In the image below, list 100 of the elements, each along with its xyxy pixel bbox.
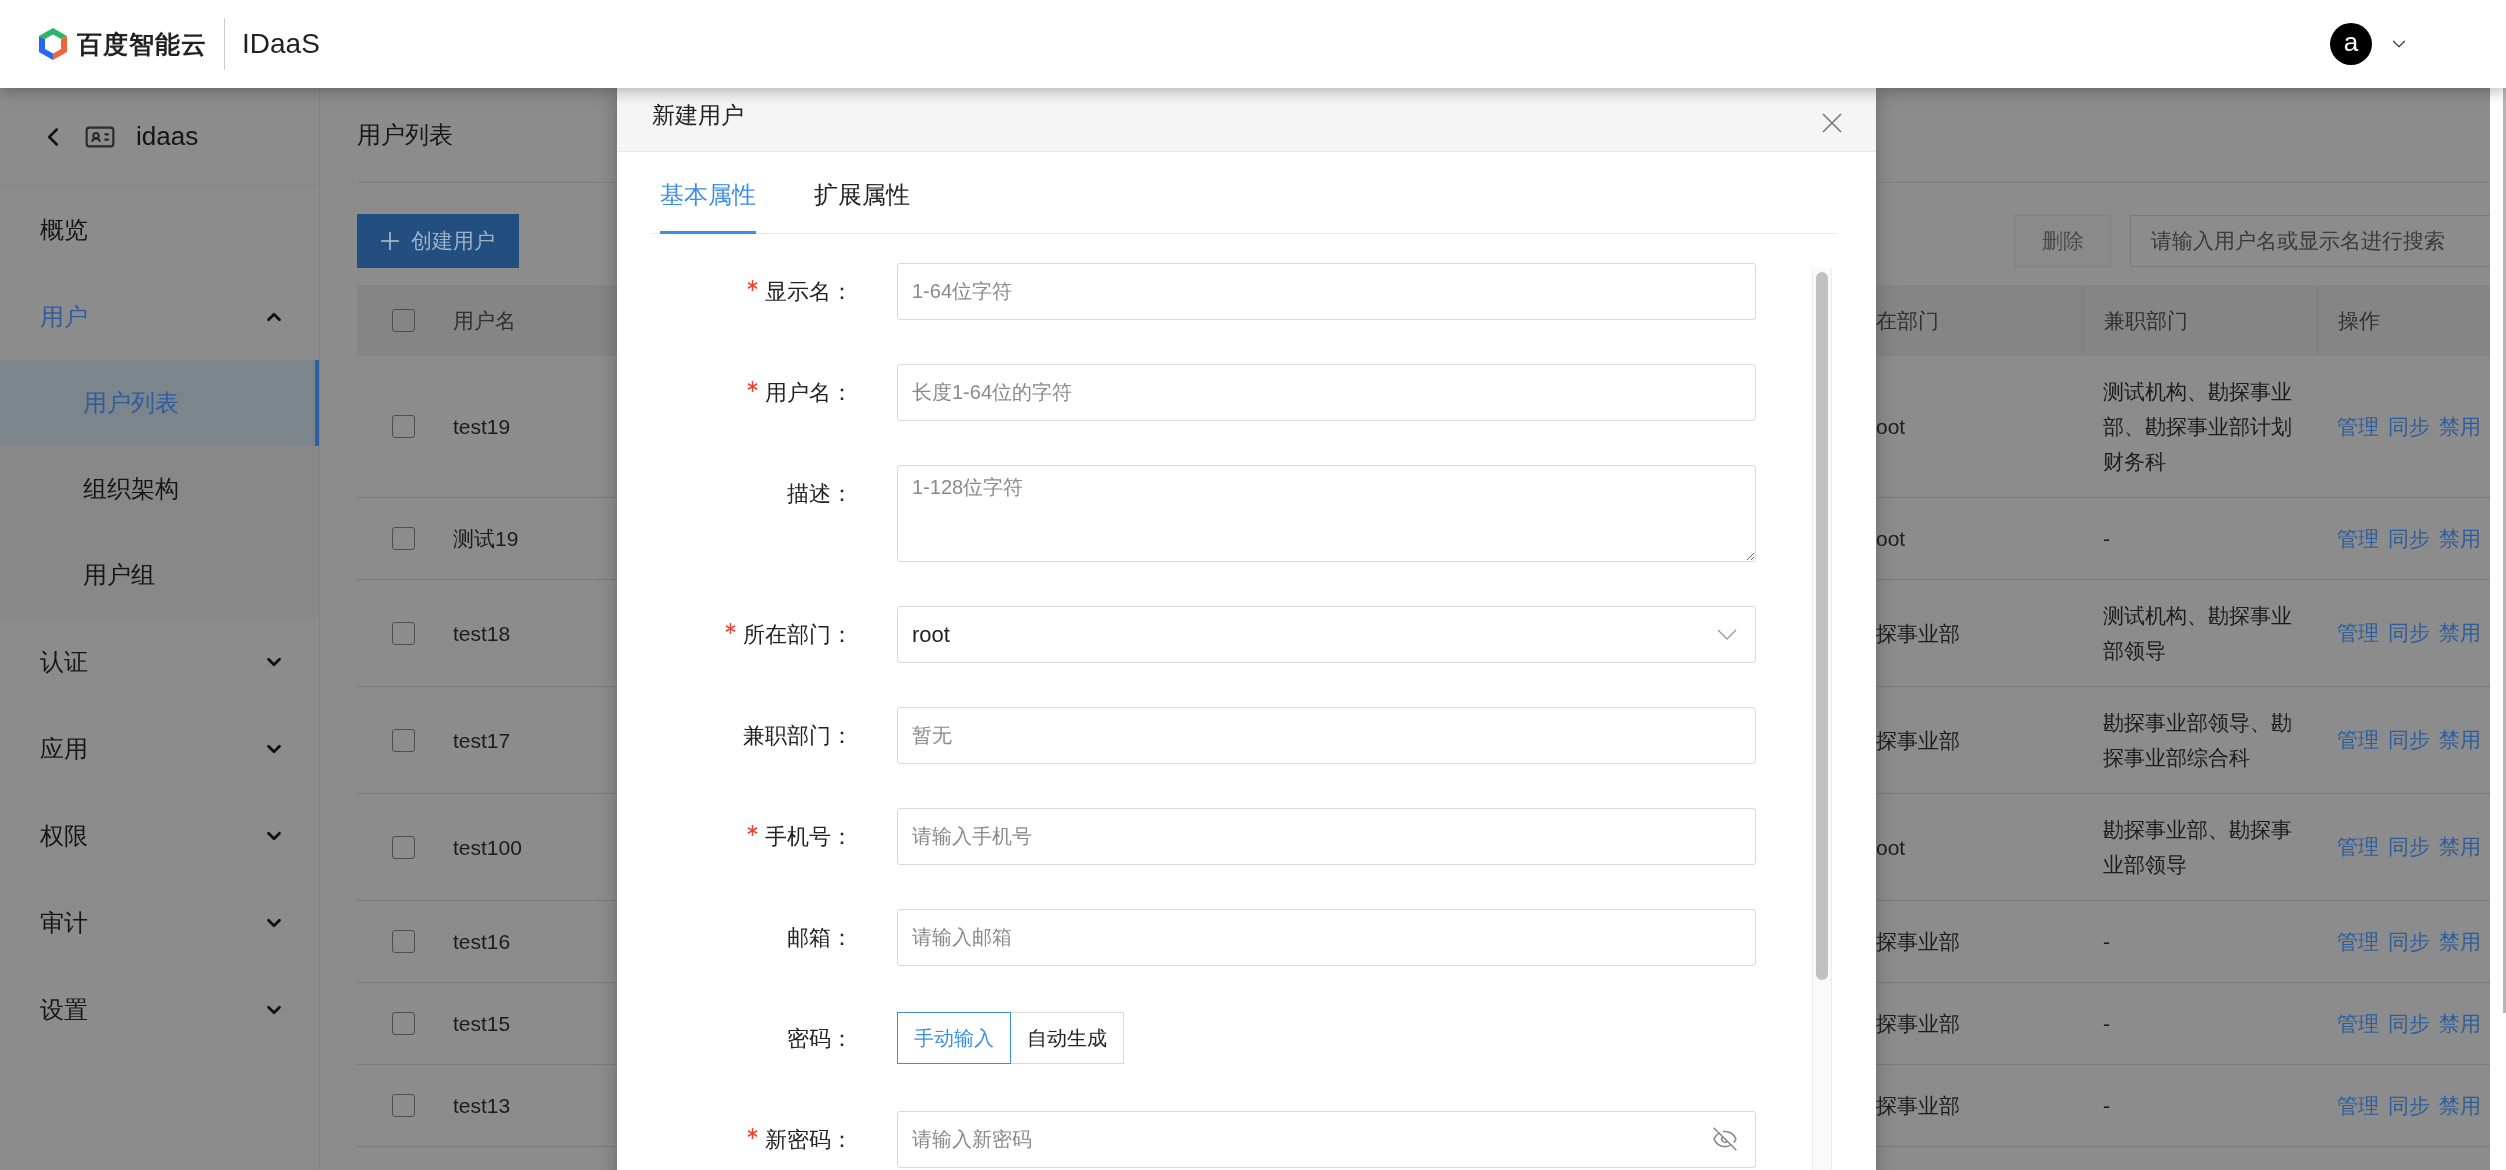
username-cell: test100 — [453, 835, 522, 859]
action-link[interactable]: 管理 — [2337, 833, 2379, 861]
brand-name: 百度智能云 — [77, 28, 207, 60]
action-link[interactable]: 同步 — [2388, 927, 2430, 956]
column-header: 兼职部门 — [2104, 307, 2188, 334]
action-link[interactable]: 管理 — [2337, 619, 2379, 647]
sidebar-item[interactable]: 权限 — [0, 792, 319, 879]
tab[interactable]: 基本属性 — [660, 179, 756, 234]
action-link[interactable]: 禁用 — [2439, 524, 2481, 553]
action-link[interactable]: 禁用 — [2439, 412, 2481, 441]
description-field[interactable]: 1-128位字符 — [897, 465, 1756, 562]
plus-icon — [381, 232, 399, 250]
password-mode-option[interactable]: 手动输入 — [897, 1012, 1011, 1064]
close-icon[interactable] — [1822, 112, 1842, 133]
part-time-department-cell-text: 测试机构、勘探事业部、勘探事业部计划财务科 — [2103, 379, 2293, 475]
text-input-field[interactable]: 1-64位字符 — [897, 263, 1756, 320]
row-checkbox[interactable] — [392, 621, 415, 645]
app-title: idaas — [136, 121, 199, 152]
department-cell: 探事业部 — [1876, 930, 1960, 953]
dialog-scrollbar[interactable] — [1812, 268, 1832, 1170]
row-checkbox[interactable] — [392, 1012, 415, 1035]
password-field[interactable]: 请输入新密码 — [897, 1111, 1756, 1168]
part-time-department-cell-text: 勘探事业部、勘探事业部领导 — [2103, 817, 2293, 878]
department-cell: 探事业部 — [1876, 621, 1960, 645]
action-link[interactable]: 禁用 — [2439, 927, 2481, 956]
text-input-field[interactable]: 请输入邮箱 — [897, 909, 1756, 966]
username-cell: test13 — [453, 1094, 511, 1117]
action-link[interactable]: 禁用 — [2439, 1091, 2481, 1120]
column-header: 用户名 — [453, 307, 516, 334]
action-link[interactable]: 同步 — [2388, 1091, 2430, 1120]
action-link[interactable]: 管理 — [2337, 726, 2379, 754]
sidebar-item[interactable]: 用户 — [0, 273, 319, 360]
field-label: 密码： — [787, 1024, 853, 1053]
department-cell: 探事业部 — [1876, 728, 1960, 752]
department-select[interactable]: root — [897, 606, 1756, 663]
row-checkbox[interactable] — [392, 1094, 415, 1117]
username-cell: test18 — [453, 621, 511, 645]
column-header: 在部门 — [1876, 307, 1939, 334]
part-time-department-cell-text: 勘探事业部领导、勘探事业部综合科 — [2103, 710, 2293, 771]
part-time-department-cell-text: - — [2103, 526, 2111, 552]
action-link[interactable]: 同步 — [2388, 524, 2430, 553]
sidebar-item[interactable]: 审计 — [0, 879, 319, 966]
eye-off-icon[interactable] — [1712, 1126, 1738, 1152]
text-input-field[interactable]: 暂无 — [897, 707, 1756, 764]
row-checkbox[interactable] — [392, 728, 415, 752]
action-link[interactable]: 同步 — [2388, 833, 2430, 861]
action-link[interactable]: 同步 — [2388, 412, 2430, 441]
action-link[interactable]: 管理 — [2337, 1009, 2379, 1038]
action-link[interactable]: 管理 — [2337, 1091, 2379, 1120]
department-cell: 探事业部 — [1876, 1094, 1960, 1117]
department-cell: oot — [1876, 527, 1906, 550]
part-time-department-cell-text: - — [2103, 929, 2111, 955]
column-header: 操作 — [2338, 307, 2380, 334]
dialog-title: 新建用户 — [652, 101, 744, 130]
row-checkbox[interactable] — [392, 527, 415, 550]
action-link[interactable]: 管理 — [2337, 927, 2379, 956]
action-link[interactable]: 禁用 — [2439, 833, 2481, 861]
search-field[interactable]: 请输入用户名或显示名进行搜索 — [2130, 215, 2490, 267]
sidebar-item[interactable]: 认证 — [0, 618, 319, 705]
user-avatar[interactable]: a — [2330, 23, 2372, 65]
part-time-department-cell-text: - — [2103, 1093, 2111, 1119]
action-link[interactable]: 禁用 — [2439, 726, 2481, 754]
action-link[interactable]: 管理 — [2337, 412, 2379, 441]
department-cell: oot — [1876, 415, 1906, 438]
page-title: 用户列表 — [357, 120, 453, 150]
sidebar-subitem[interactable]: 用户组 — [0, 532, 319, 618]
action-link[interactable]: 同步 — [2388, 1009, 2430, 1038]
part-time-department-cell-text: - — [2103, 1011, 2111, 1037]
sidebar-subitem[interactable]: 用户列表 — [0, 360, 319, 446]
select-all-checkbox[interactable] — [392, 309, 415, 332]
username-cell: test19 — [453, 415, 511, 438]
chevron-down-icon — [1717, 629, 1737, 640]
sidebar-item[interactable]: 概览 — [0, 186, 319, 273]
row-checkbox[interactable] — [392, 415, 415, 438]
row-checkbox[interactable] — [392, 835, 415, 859]
sidebar-item[interactable]: 设置 — [0, 966, 319, 1053]
action-link[interactable]: 同步 — [2388, 726, 2430, 754]
text-input-field[interactable]: 请输入手机号 — [897, 808, 1756, 865]
sidebar-subitem[interactable]: 组织架构 — [0, 446, 319, 532]
action-link[interactable]: 禁用 — [2439, 619, 2481, 647]
field-label: 描述： — [787, 479, 853, 508]
department-cell: 探事业部 — [1876, 1012, 1960, 1035]
row-checkbox[interactable] — [392, 930, 415, 953]
create-user-button[interactable]: 创建用户 — [357, 214, 519, 268]
username-cell: test15 — [453, 1012, 511, 1035]
sidebar-item[interactable]: 应用 — [0, 705, 319, 792]
tab[interactable]: 扩展属性 — [814, 179, 910, 234]
field-label: 兼职部门： — [743, 721, 853, 750]
username-cell: test17 — [453, 728, 511, 752]
password-mode-option[interactable]: 自动生成 — [1010, 1012, 1124, 1064]
action-link[interactable]: 管理 — [2337, 524, 2379, 553]
department-cell: oot — [1876, 835, 1906, 859]
username-cell: test16 — [453, 930, 511, 953]
action-link[interactable]: 禁用 — [2439, 1009, 2481, 1038]
part-time-department-cell-text: 测试机构、勘探事业部领导 — [2103, 603, 2293, 664]
product-name: IDaaS — [242, 28, 320, 60]
text-input-field[interactable]: 长度1-64位的字符 — [897, 364, 1756, 421]
action-link[interactable]: 同步 — [2388, 619, 2430, 647]
field-label: 邮箱： — [787, 923, 853, 952]
username-cell: 测试19 — [453, 527, 519, 550]
